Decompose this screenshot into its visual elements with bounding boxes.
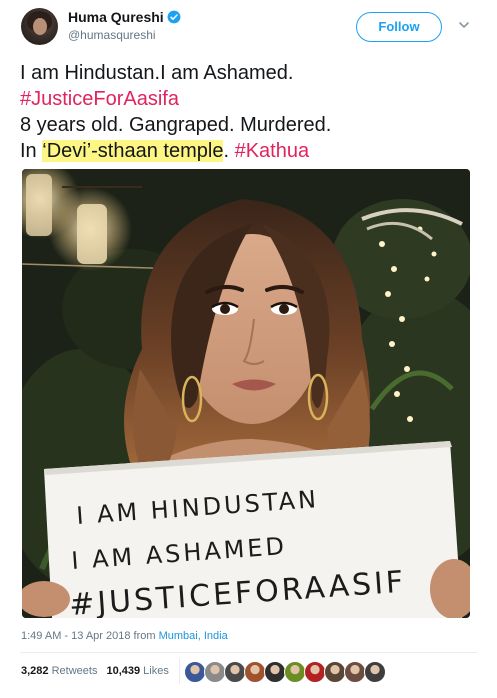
liker-avatar-icon[interactable] [244,661,266,683]
tweet-line-1: I am Hindustan.I am Ashamed. [20,62,294,84]
avatar-face [33,18,47,35]
tweet-timestamp: 1:49 AM - 13 Apr 2018 from Mumbai, India [21,630,228,642]
liker-avatar-icon[interactable] [184,661,206,683]
retweets-label: Retweets [51,665,98,677]
tweet-time[interactable]: 1:49 AM - 13 Apr 2018 [21,630,130,642]
liker-avatar-icon[interactable] [284,661,306,683]
tweet-location[interactable]: Mumbai, India [159,630,228,642]
author-name-text[interactable]: Huma Qureshi [68,9,164,25]
tweet-text: I am Hindustan.I am Ashamed. #JusticeFor… [20,60,480,164]
liker-avatar-icon[interactable] [364,661,386,683]
tweet-line-3: 8 years old. Gangraped. Murdered. [20,114,332,136]
liker-avatar-icon[interactable] [304,661,326,683]
liker-avatar-icon[interactable] [264,661,286,683]
profile-avatar[interactable] [21,8,58,45]
author-handle[interactable]: @humasqureshi [68,28,156,42]
highlighted-text: ‘Devi’-sthaan temple [42,140,224,162]
tweet-line-4-dot: . [223,140,235,162]
liker-avatar-icon[interactable] [344,661,366,683]
author-name[interactable]: Huma Qureshi [68,9,181,25]
photo-illustration: I AM HINDUSTAN I AM ASHAMED #JUSTICEFORA… [22,169,470,618]
liker-avatar-icon[interactable] [324,661,346,683]
liker-avatar-icon[interactable] [224,661,246,683]
verified-badge-icon [167,10,181,24]
tweet-line-4: In ‘Devi’-sthaan temple. #Kathua [20,138,480,164]
divider [20,652,477,653]
likes-stat[interactable]: 10,439 Likes [106,665,168,677]
hashtag-justiceforaasifa[interactable]: #JusticeForAasifa [20,88,179,110]
likes-label: Likes [143,665,169,677]
retweets-stat[interactable]: 3,282 Retweets [21,665,97,677]
follow-button[interactable]: Follow [356,12,442,42]
tweet-header: Huma Qureshi @humasqureshi Follow [0,0,497,56]
tweet-stats: 3,282 Retweets 10,439 Likes [21,665,169,677]
liker-avatar-icon[interactable] [204,661,226,683]
tweet-photo[interactable]: I AM HINDUSTAN I AM ASHAMED #JUSTICEFORA… [22,169,470,618]
chevron-down-icon[interactable] [457,18,471,32]
stats-separator [179,658,180,684]
likes-count: 10,439 [106,665,141,677]
hashtag-kathua[interactable]: #Kathua [235,140,310,162]
tweet-line-4-prefix: In [20,140,43,162]
retweets-count: 3,282 [21,665,49,677]
from-label: from [133,630,156,642]
